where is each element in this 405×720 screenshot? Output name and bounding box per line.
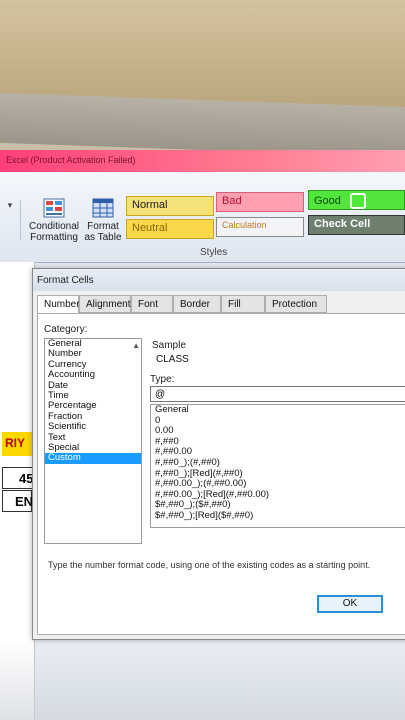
background-wall xyxy=(0,0,405,110)
tab-alignment[interactable]: Alignment xyxy=(79,295,131,313)
style-good[interactable]: Good xyxy=(308,190,405,210)
style-check-cell[interactable]: Check Cell xyxy=(308,215,405,235)
format-as-table-icon xyxy=(92,198,114,218)
style-neutral[interactable]: Neutral xyxy=(126,219,214,239)
format-as-table-label: Format as Table xyxy=(84,221,122,243)
window-title: Excel (Product Activation Failed) xyxy=(0,150,405,172)
ok-button[interactable]: OK xyxy=(317,595,383,613)
style-good-label: Good xyxy=(314,194,341,207)
format-code-item[interactable]: General xyxy=(151,405,405,416)
type-label: Type: xyxy=(150,374,175,385)
cell-en[interactable]: EN xyxy=(2,490,33,512)
number-tab-panel: Category: General Number Currency Accoun… xyxy=(37,313,405,635)
tab-border[interactable]: Border xyxy=(173,295,221,313)
format-as-table-button[interactable]: Format as Table xyxy=(82,198,124,243)
format-code-list[interactable]: General 0 0.00 #,##0 #,##0.00 #,##0_);(#… xyxy=(150,404,405,528)
style-calculation[interactable]: Calculation xyxy=(216,217,304,237)
camera-icon xyxy=(349,193,366,209)
category-item-selected[interactable]: Custom xyxy=(45,452,141,464)
category-item[interactable]: Scientific xyxy=(45,421,141,432)
style-bad[interactable]: Bad xyxy=(216,192,304,212)
category-list[interactable]: General Number Currency Accounting Date … xyxy=(44,338,142,544)
cell-riya[interactable]: RIY xyxy=(2,432,32,456)
tab-protection[interactable]: Protection xyxy=(265,295,327,313)
tab-font[interactable]: Font xyxy=(131,295,173,313)
styles-group-label: Styles xyxy=(200,247,228,258)
format-code-item[interactable]: 0.00 xyxy=(151,426,405,437)
tab-fill[interactable]: Fill xyxy=(221,295,265,313)
cell-45[interactable]: 45 xyxy=(2,467,36,489)
ribbon-left-stub[interactable]: ▾ xyxy=(0,200,21,240)
conditional-formatting-button[interactable]: Conditional Formatting xyxy=(28,198,80,243)
screen-bottom-shade xyxy=(0,640,405,720)
conditional-formatting-icon xyxy=(43,198,65,218)
category-item[interactable]: Accounting xyxy=(45,369,141,380)
type-input[interactable]: @ xyxy=(150,386,405,402)
ribbon: ▾ Conditional Formatting Format as Table… xyxy=(0,172,405,263)
sample-value: CLASS xyxy=(156,354,189,365)
scroll-up-icon[interactable]: ▲ xyxy=(132,341,140,350)
format-cells-dialog: Format Cells Number Alignment Font Borde… xyxy=(32,268,405,640)
sample-label: Sample xyxy=(152,340,186,351)
format-code-item[interactable]: $#,##0_);[Red]($#,##0) xyxy=(151,510,405,522)
dropdown-arrow-icon: ▾ xyxy=(7,200,13,210)
tab-number[interactable]: Number xyxy=(37,295,80,315)
format-code-item[interactable]: 0 xyxy=(151,415,405,427)
format-code-item[interactable]: #,##0_);(#,##0) xyxy=(151,457,405,469)
style-normal[interactable]: Normal xyxy=(126,196,214,216)
category-label: Category: xyxy=(44,324,88,335)
dialog-title: Format Cells xyxy=(33,269,405,291)
screen: Excel (Product Activation Failed) ▾ Cond… xyxy=(0,150,405,720)
conditional-formatting-label: Conditional Formatting xyxy=(28,221,80,243)
format-hint: Type the number format code, using one o… xyxy=(48,560,371,570)
